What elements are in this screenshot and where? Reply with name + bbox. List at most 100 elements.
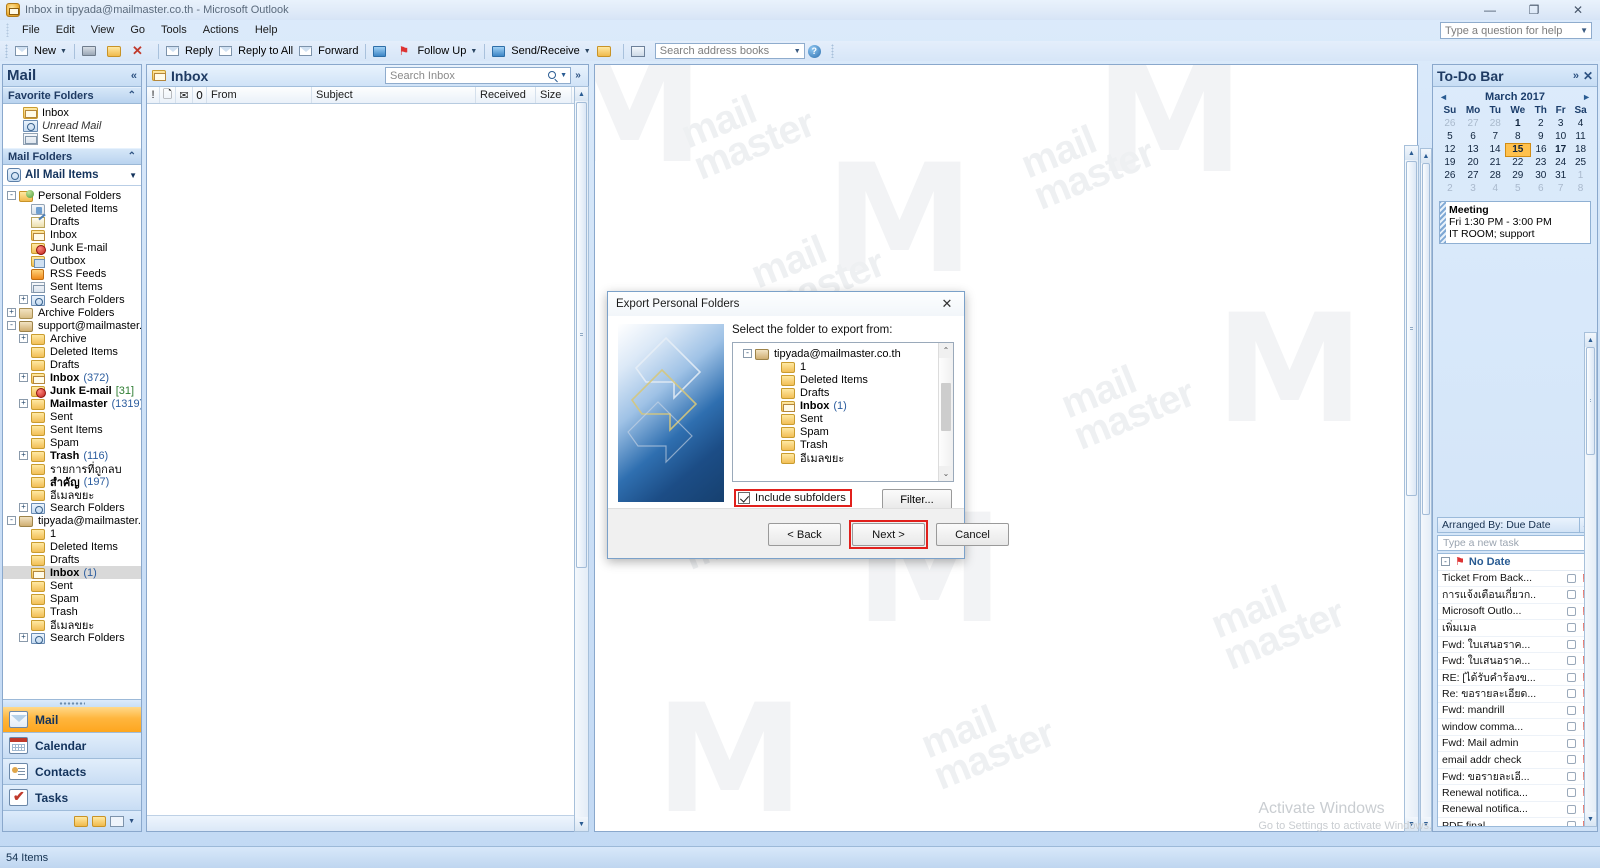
chevron-down-icon[interactable]: ▼ <box>560 72 567 79</box>
scroll-up-button[interactable]: ▲ <box>1405 146 1418 160</box>
folder-tree-item[interactable]: Drafts <box>3 215 141 228</box>
task-complete-checkbox[interactable] <box>1567 804 1576 814</box>
folder-tree-item[interactable]: อีเมลขยะ <box>3 488 141 502</box>
folder-tree-item[interactable]: RSS Feeds <box>3 267 141 280</box>
scroll-down-button[interactable]: ▼ <box>1405 817 1418 831</box>
expand-node-icon[interactable]: + <box>19 334 28 343</box>
appointment-item[interactable]: Meeting Fri 1:30 PM - 3:00 PM IT ROOM; s… <box>1439 201 1591 244</box>
all-mail-items-selector[interactable]: All Mail Items ▼ <box>3 165 141 186</box>
chevron-up-icon[interactable]: ⌃ <box>128 151 136 162</box>
calendar-day[interactable]: 28 <box>1485 169 1505 182</box>
folder-tree-item[interactable]: Drafts <box>739 386 938 399</box>
calendar-day[interactable]: 6 <box>1530 182 1551 195</box>
folder-tree-item[interactable]: อีเมลขยะ <box>3 618 141 632</box>
todo-bar-outer-scrollbar[interactable]: ▲ ▼ <box>1420 148 1432 832</box>
folder-tree-item[interactable]: + Search Folders <box>3 293 141 306</box>
prev-month-icon[interactable]: ◄ <box>1439 92 1448 102</box>
scrollbar-thumb[interactable] <box>576 102 587 568</box>
scroll-up-button[interactable]: ▲ <box>575 87 588 101</box>
calendar-day[interactable]: 25 <box>1570 156 1591 169</box>
scroll-down-button[interactable]: ▼ <box>1585 812 1596 826</box>
task-complete-checkbox[interactable] <box>1567 689 1576 699</box>
favorite-item-sent-items[interactable]: Sent Items <box>3 132 141 145</box>
folder-tree-item[interactable]: Deleted Items <box>3 540 141 553</box>
nav-button-tasks[interactable]: Tasks <box>3 785 141 811</box>
calendar-day[interactable]: 16 <box>1530 143 1551 156</box>
minimize-button[interactable]: — <box>1468 0 1512 20</box>
expand-node-icon[interactable]: + <box>19 451 28 460</box>
folder-tree-item[interactable]: Spam <box>3 592 141 605</box>
task-row[interactable]: PDF final⚑ <box>1438 818 1592 827</box>
favorite-folders-header[interactable]: Favorite Folders ⌃ <box>3 87 141 104</box>
column-subject[interactable]: Subject <box>312 87 476 103</box>
folder-tree-item[interactable]: + Archive <box>3 332 141 345</box>
search-inbox-input[interactable]: Search Inbox ▼ <box>385 67 571 84</box>
menu-tools[interactable]: Tools <box>153 22 195 38</box>
calendar-day[interactable]: 14 <box>1485 143 1505 156</box>
calendar-day[interactable]: 1 <box>1570 169 1591 182</box>
folder-tree-item[interactable]: Junk E-mail [31] <box>3 384 141 398</box>
task-row[interactable]: Renewal notifica...⚑ <box>1438 785 1592 802</box>
folder-tree-item[interactable]: - tipyada@mailmaster.co.th <box>739 347 938 360</box>
follow-up-button[interactable]: ⚑ Follow Up ▼ <box>395 43 480 60</box>
task-complete-checkbox[interactable] <box>1567 639 1576 649</box>
task-group-header-no-date[interactable]: - ⚑ No Date <box>1438 554 1592 571</box>
calendar-day[interactable]: 22 <box>1505 156 1530 169</box>
task-row[interactable]: Fwd: ใบเสนอราค...⚑ <box>1438 637 1592 653</box>
folder-tree-item[interactable]: 1 <box>739 360 938 373</box>
task-complete-checkbox[interactable] <box>1567 705 1576 715</box>
calendar-day[interactable]: 9 <box>1530 130 1551 143</box>
configure-buttons-icon[interactable]: ▼ <box>128 818 135 825</box>
expand-node-icon[interactable]: + <box>19 373 28 382</box>
minimize-todo-bar-icon[interactable]: » <box>1569 70 1583 82</box>
calendar-day[interactable]: 17 <box>1551 143 1570 156</box>
collapse-node-icon[interactable]: - <box>743 349 752 358</box>
folder-tree-item[interactable]: Sent <box>3 410 141 423</box>
calendar-day[interactable]: 8 <box>1505 130 1530 143</box>
folder-tree-item[interactable]: Inbox (1) <box>739 399 938 412</box>
folder-tree-item[interactable]: Outbox <box>3 254 141 268</box>
scroll-up-button[interactable]: ▲ <box>1421 149 1431 163</box>
folder-tree-item[interactable]: + Search Folders <box>3 631 141 644</box>
nav-pane-splitter[interactable] <box>3 699 141 707</box>
chevron-down-icon[interactable]: ▼ <box>584 48 591 55</box>
new-task-input[interactable]: Type a new task <box>1437 534 1593 551</box>
send-receive-button[interactable]: Send/Receive ▼ <box>489 43 593 60</box>
calendar-day[interactable]: 5 <box>1439 130 1461 143</box>
folder-tree-item[interactable]: Deleted Items <box>3 202 141 215</box>
folder-tree-item[interactable]: Drafts <box>3 553 141 566</box>
menu-actions[interactable]: Actions <box>195 22 247 38</box>
delete-button[interactable]: ✕ <box>129 43 154 60</box>
help-question-input[interactable]: Type a question for help ▼ <box>1440 22 1592 39</box>
calendar-day[interactable]: 21 <box>1485 156 1505 169</box>
task-row[interactable]: Fwd: ขอรายละเอี...⚑ <box>1438 769 1592 785</box>
expand-query-builder-icon[interactable]: » <box>571 70 585 81</box>
calendar-day[interactable]: 27 <box>1461 117 1486 130</box>
folder-tree-item[interactable]: + Inbox (372) <box>3 371 141 384</box>
include-subfolders-checkbox[interactable]: Include subfolders <box>734 489 852 507</box>
task-row[interactable]: Fwd: Mail admin⚑ <box>1438 736 1592 752</box>
column-importance[interactable]: ! <box>147 87 160 103</box>
task-complete-checkbox[interactable] <box>1567 788 1576 798</box>
folder-tree-item[interactable]: Deleted Items <box>3 345 141 358</box>
folder-select-tree[interactable]: - tipyada@mailmaster.co.th 1 Deleted Items D… <box>732 342 954 482</box>
task-row[interactable]: RE: [ได้รับคำร้องข...⚑ <box>1438 670 1592 686</box>
calendar-day[interactable]: 7 <box>1551 182 1570 195</box>
task-complete-checkbox[interactable] <box>1567 606 1576 616</box>
task-complete-checkbox[interactable] <box>1567 573 1576 583</box>
send-to-onenote-button[interactable] <box>370 43 395 60</box>
notes-icon[interactable] <box>74 815 89 827</box>
task-row[interactable]: Ticket From Back...⚑ <box>1438 571 1592 587</box>
calendar-day[interactable]: 26 <box>1439 117 1461 130</box>
column-size[interactable]: Size <box>536 87 572 103</box>
folder-tree-item[interactable]: - support@mailmaster.co <box>3 319 141 332</box>
task-complete-checkbox[interactable] <box>1567 656 1576 666</box>
folder-tree-item[interactable]: Sent Items <box>3 280 141 293</box>
calendar-day[interactable]: 13 <box>1461 143 1486 156</box>
expand-node-icon[interactable]: + <box>7 308 16 317</box>
task-row[interactable]: Fwd: mandrill⚑ <box>1438 703 1592 719</box>
calendar-day[interactable]: 26 <box>1439 169 1461 182</box>
address-book-search-input[interactable]: Search address books ▼ <box>654 43 805 59</box>
calendar-day[interactable]: 2 <box>1530 117 1551 130</box>
address-book-button[interactable] <box>628 43 653 60</box>
